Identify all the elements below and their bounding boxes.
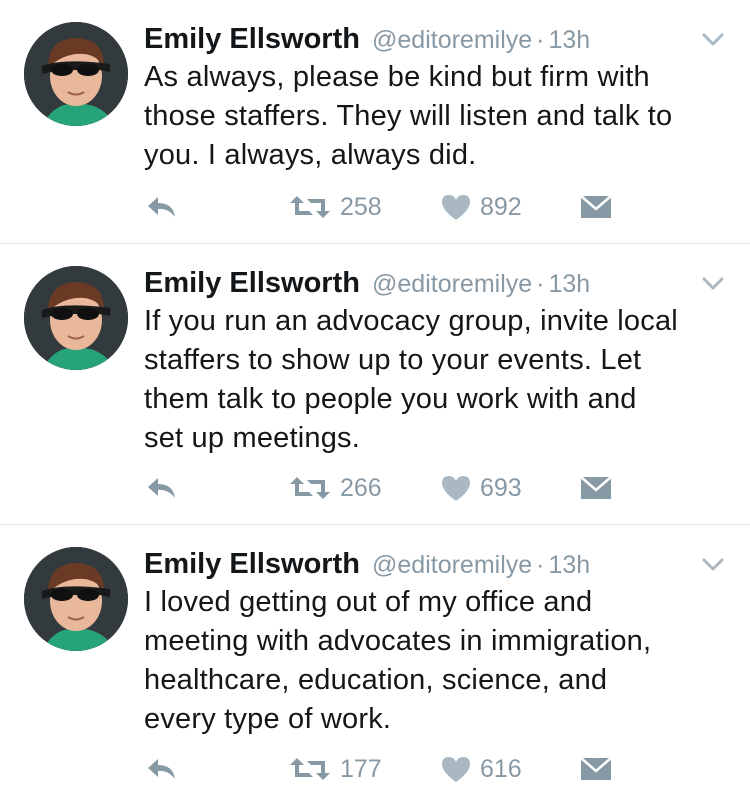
retweet-icon — [290, 196, 330, 218]
author-name[interactable]: Emily Ellsworth — [144, 267, 360, 299]
reply-button[interactable] — [144, 468, 178, 508]
retweet-button[interactable]: 258 — [288, 187, 382, 227]
chevron-down-icon[interactable] — [696, 26, 730, 54]
tweet-text-line: staffers to show up to your events. Let — [144, 344, 642, 376]
direct-message-button[interactable] — [580, 749, 612, 789]
like-button[interactable]: 892 — [440, 187, 522, 227]
heart-icon — [442, 476, 470, 501]
heart-icon — [442, 757, 470, 782]
reply-icon — [148, 759, 175, 779]
tweet-text-line: set up meetings. — [144, 422, 360, 454]
tweet-text-line: healthcare, education, science, and — [144, 664, 608, 696]
tweet-actions: 258 892 — [144, 187, 730, 227]
separator: · — [536, 551, 545, 579]
tweet-header: Emily Ellsworth @editoremilye · 13h — [144, 20, 730, 60]
tweet-text-line: them talk to people you work with and — [144, 383, 637, 415]
reply-icon — [148, 478, 175, 498]
tweet-text-line: you. I always, always did. — [144, 139, 477, 171]
tweet[interactable]: Emily Ellsworth @editoremilye · 13h If you… — [0, 243, 750, 524]
tweet-text-line: meeting with advocates in immigration, — [144, 625, 652, 657]
author-name[interactable]: Emily Ellsworth — [144, 548, 360, 580]
author-handle[interactable]: @editoremilye — [372, 26, 532, 54]
avatar[interactable] — [24, 22, 128, 126]
direct-message-button[interactable] — [580, 468, 612, 508]
avatar[interactable] — [24, 266, 128, 370]
retweet-count: 266 — [340, 473, 382, 502]
avatar-image — [24, 266, 128, 370]
separator: · — [536, 26, 545, 54]
heart-icon — [442, 195, 470, 220]
tweet[interactable]: Emily Ellsworth @editoremilye · 13h As alw… — [0, 0, 750, 243]
tweet-text-line: I loved getting out of my office and — [144, 586, 593, 618]
tweet-text: I loved getting out of my office and mee… — [144, 583, 734, 739]
envelope-icon — [580, 757, 612, 780]
retweet-button[interactable]: 177 — [288, 749, 382, 789]
author-name[interactable]: Emily Ellsworth — [144, 23, 360, 55]
envelope-icon — [580, 476, 612, 499]
reply-icon — [148, 197, 175, 217]
timestamp[interactable]: 13h — [549, 270, 591, 298]
tweet-text-line: If you run an advocacy group, invite loc… — [144, 305, 678, 337]
tweet-text-line: those staffers. They will listen and tal… — [144, 100, 673, 132]
direct-message-button[interactable] — [580, 187, 612, 227]
avatar[interactable] — [24, 547, 128, 651]
timestamp[interactable]: 13h — [549, 551, 591, 579]
retweet-button[interactable]: 266 — [288, 468, 382, 508]
separator: · — [536, 270, 545, 298]
avatar-image — [24, 547, 128, 651]
author-handle[interactable]: @editoremilye — [372, 551, 532, 579]
tweet-header: Emily Ellsworth @editoremilye · 13h — [144, 264, 730, 304]
retweet-icon — [290, 758, 330, 780]
like-button[interactable]: 693 — [440, 468, 522, 508]
like-count: 616 — [480, 754, 522, 783]
avatar-image — [24, 22, 128, 126]
tweet[interactable]: Emily Ellsworth @editoremilye · 13h I love… — [0, 524, 750, 794]
like-count: 892 — [480, 192, 522, 221]
like-button[interactable]: 616 — [440, 749, 522, 789]
tweet-actions: 177 616 — [144, 749, 730, 789]
author-handle[interactable]: @editoremilye — [372, 270, 532, 298]
tweet-text-line: As always, please be kind but firm with — [144, 61, 650, 93]
chevron-down-icon[interactable] — [696, 551, 730, 579]
tweet-text: As always, please be kind but firm with … — [144, 58, 734, 175]
tweet-actions: 266 693 — [144, 468, 730, 508]
chevron-down-icon[interactable] — [696, 270, 730, 298]
retweet-count: 258 — [340, 192, 382, 221]
envelope-icon — [580, 195, 612, 218]
retweet-count: 177 — [340, 754, 382, 783]
reply-button[interactable] — [144, 749, 178, 789]
tweet-text: If you run an advocacy group, invite loc… — [144, 302, 734, 458]
reply-button[interactable] — [144, 187, 178, 227]
like-count: 693 — [480, 473, 522, 502]
tweet-header: Emily Ellsworth @editoremilye · 13h — [144, 545, 730, 585]
retweet-icon — [290, 477, 330, 499]
tweet-text-line: every type of work. — [144, 703, 392, 735]
timestamp[interactable]: 13h — [549, 26, 591, 54]
